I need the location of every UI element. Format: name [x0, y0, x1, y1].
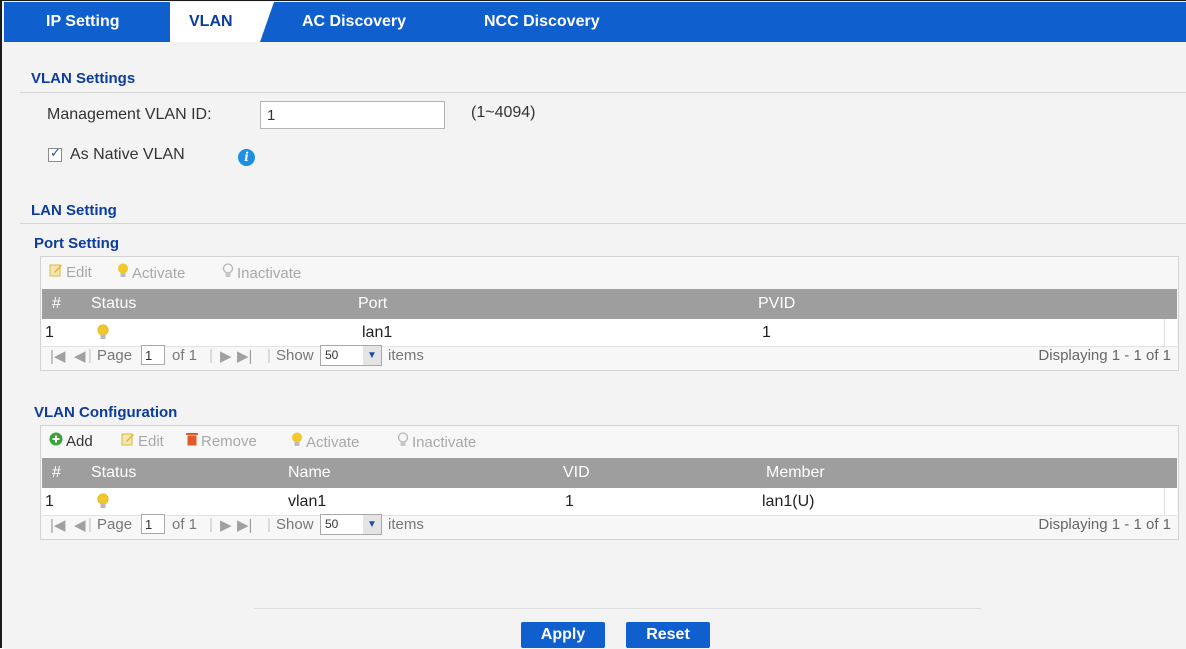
main-content: VLAN Settings Management VLAN ID: (1~409…: [4, 42, 1186, 649]
col-status[interactable]: Status: [91, 295, 136, 313]
footer-divider: [254, 608, 981, 609]
vlan-settings-title: VLAN Settings: [31, 70, 136, 87]
port-setting-grid: Edit Activate Inactivate # Status Port P: [40, 256, 1179, 371]
vlan-toolbar: Add Edit Remove Activate Inactivate: [41, 426, 1178, 456]
show-label: Show: [276, 516, 314, 533]
edit-button[interactable]: Edit: [121, 432, 164, 450]
items-label: items: [388, 516, 424, 533]
page-input[interactable]: [141, 345, 165, 365]
edit-icon: [49, 263, 63, 281]
reset-button[interactable]: Reset: [626, 622, 710, 648]
display-count: Displaying 1 - 1 of 1: [1038, 347, 1171, 364]
status-lightbulb-icon: [97, 324, 109, 339]
activate-label: Activate: [306, 434, 360, 451]
page-size-value: 50: [325, 517, 339, 531]
info-icon[interactable]: i: [238, 149, 255, 166]
vlan-grid-header: # Status Name VID Member: [42, 458, 1177, 488]
col-status[interactable]: Status: [91, 464, 136, 482]
tab-vlan[interactable]: VLAN: [170, 2, 274, 42]
page-input[interactable]: [141, 514, 165, 534]
page-size-select[interactable]: 50 ▼: [320, 514, 382, 535]
port-grid-header: # Status Port PVID: [42, 289, 1177, 319]
status-lightbulb-icon: [97, 493, 109, 508]
add-label: Add: [66, 433, 93, 450]
chevron-down-icon: ▼: [363, 515, 381, 534]
next-page-icon[interactable]: ▶: [220, 347, 232, 365]
last-page-icon[interactable]: ▶|: [237, 347, 252, 365]
col-num: #: [52, 464, 61, 481]
col-member[interactable]: Member: [766, 464, 825, 482]
tab-bar: IP Setting VLAN AC Discovery NCC Discove…: [4, 2, 1186, 42]
trash-icon: [186, 432, 198, 450]
activate-button[interactable]: Activate: [291, 432, 359, 451]
first-page-icon[interactable]: |◀: [50, 516, 65, 534]
edit-label: Edit: [66, 264, 92, 281]
col-num: #: [52, 295, 61, 312]
show-label: Show: [276, 347, 314, 364]
prev-page-icon[interactable]: ◀: [74, 516, 86, 534]
last-page-icon[interactable]: ▶|: [237, 516, 252, 534]
divider: [20, 223, 1186, 224]
prev-page-icon[interactable]: ◀: [74, 347, 86, 365]
remove-label: Remove: [201, 433, 257, 450]
inactivate-button[interactable]: Inactivate: [397, 432, 476, 451]
remove-button[interactable]: Remove: [186, 432, 257, 450]
edit-label: Edit: [138, 433, 164, 450]
lan-setting-title: LAN Setting: [31, 202, 117, 219]
app-frame: IP Setting VLAN AC Discovery NCC Discove…: [0, 0, 1186, 649]
tab-ip-setting[interactable]: IP Setting: [46, 2, 120, 42]
divider: [20, 92, 1186, 93]
col-name[interactable]: Name: [288, 464, 331, 482]
edit-button[interactable]: Edit: [49, 263, 92, 281]
activate-button[interactable]: Activate: [117, 263, 185, 282]
mgmt-vlan-label: Management VLAN ID:: [47, 106, 212, 123]
add-icon: [49, 432, 63, 450]
native-vlan-label: As Native VLAN: [70, 146, 185, 163]
display-count: Displaying 1 - 1 of 1: [1038, 516, 1171, 533]
col-port[interactable]: Port: [358, 295, 387, 313]
add-button[interactable]: Add: [49, 432, 93, 450]
native-vlan-checkbox[interactable]: [48, 146, 62, 162]
vlan-config-title: VLAN Configuration: [34, 404, 178, 421]
next-page-icon[interactable]: ▶: [220, 516, 232, 534]
col-vid[interactable]: VID: [563, 464, 590, 482]
page-of-label: of 1: [172, 347, 198, 364]
page-label: Page: [97, 347, 133, 364]
vlan-range-hint: (1~4094): [471, 104, 536, 121]
page-label: Page: [97, 516, 133, 533]
vlan-pager: |◀ ◀ | Page of 1 | ▶ ▶| | Show 50 ▼ item…: [42, 509, 1177, 541]
lightbulb-off-icon: [397, 432, 409, 451]
page-size-select[interactable]: 50 ▼: [320, 345, 382, 366]
activate-label: Activate: [132, 265, 186, 282]
mgmt-vlan-input[interactable]: [260, 101, 445, 129]
port-setting-title: Port Setting: [34, 235, 119, 252]
lightbulb-on-icon: [291, 432, 303, 451]
page-size-value: 50: [325, 348, 339, 362]
port-toolbar: Edit Activate Inactivate: [41, 257, 1178, 287]
chevron-down-icon: ▼: [363, 346, 381, 365]
tab-ac-discovery[interactable]: AC Discovery: [302, 2, 406, 42]
apply-button[interactable]: Apply: [521, 622, 605, 648]
inactivate-button[interactable]: Inactivate: [222, 263, 301, 282]
vlan-config-grid: Add Edit Remove Activate Inactivate # St…: [40, 425, 1179, 540]
first-page-icon[interactable]: |◀: [50, 347, 65, 365]
edit-icon: [121, 432, 135, 450]
tab-ncc-discovery[interactable]: NCC Discovery: [484, 2, 600, 42]
inactivate-label: Inactivate: [237, 265, 302, 282]
lightbulb-on-icon: [117, 263, 129, 282]
port-pager: |◀ ◀ | Page of 1 | ▶ ▶| | Show 50 ▼ item…: [42, 340, 1177, 372]
inactivate-label: Inactivate: [412, 434, 477, 451]
items-label: items: [388, 347, 424, 364]
page-of-label: of 1: [172, 516, 198, 533]
col-pvid[interactable]: PVID: [758, 295, 795, 313]
lightbulb-off-icon: [222, 263, 234, 282]
